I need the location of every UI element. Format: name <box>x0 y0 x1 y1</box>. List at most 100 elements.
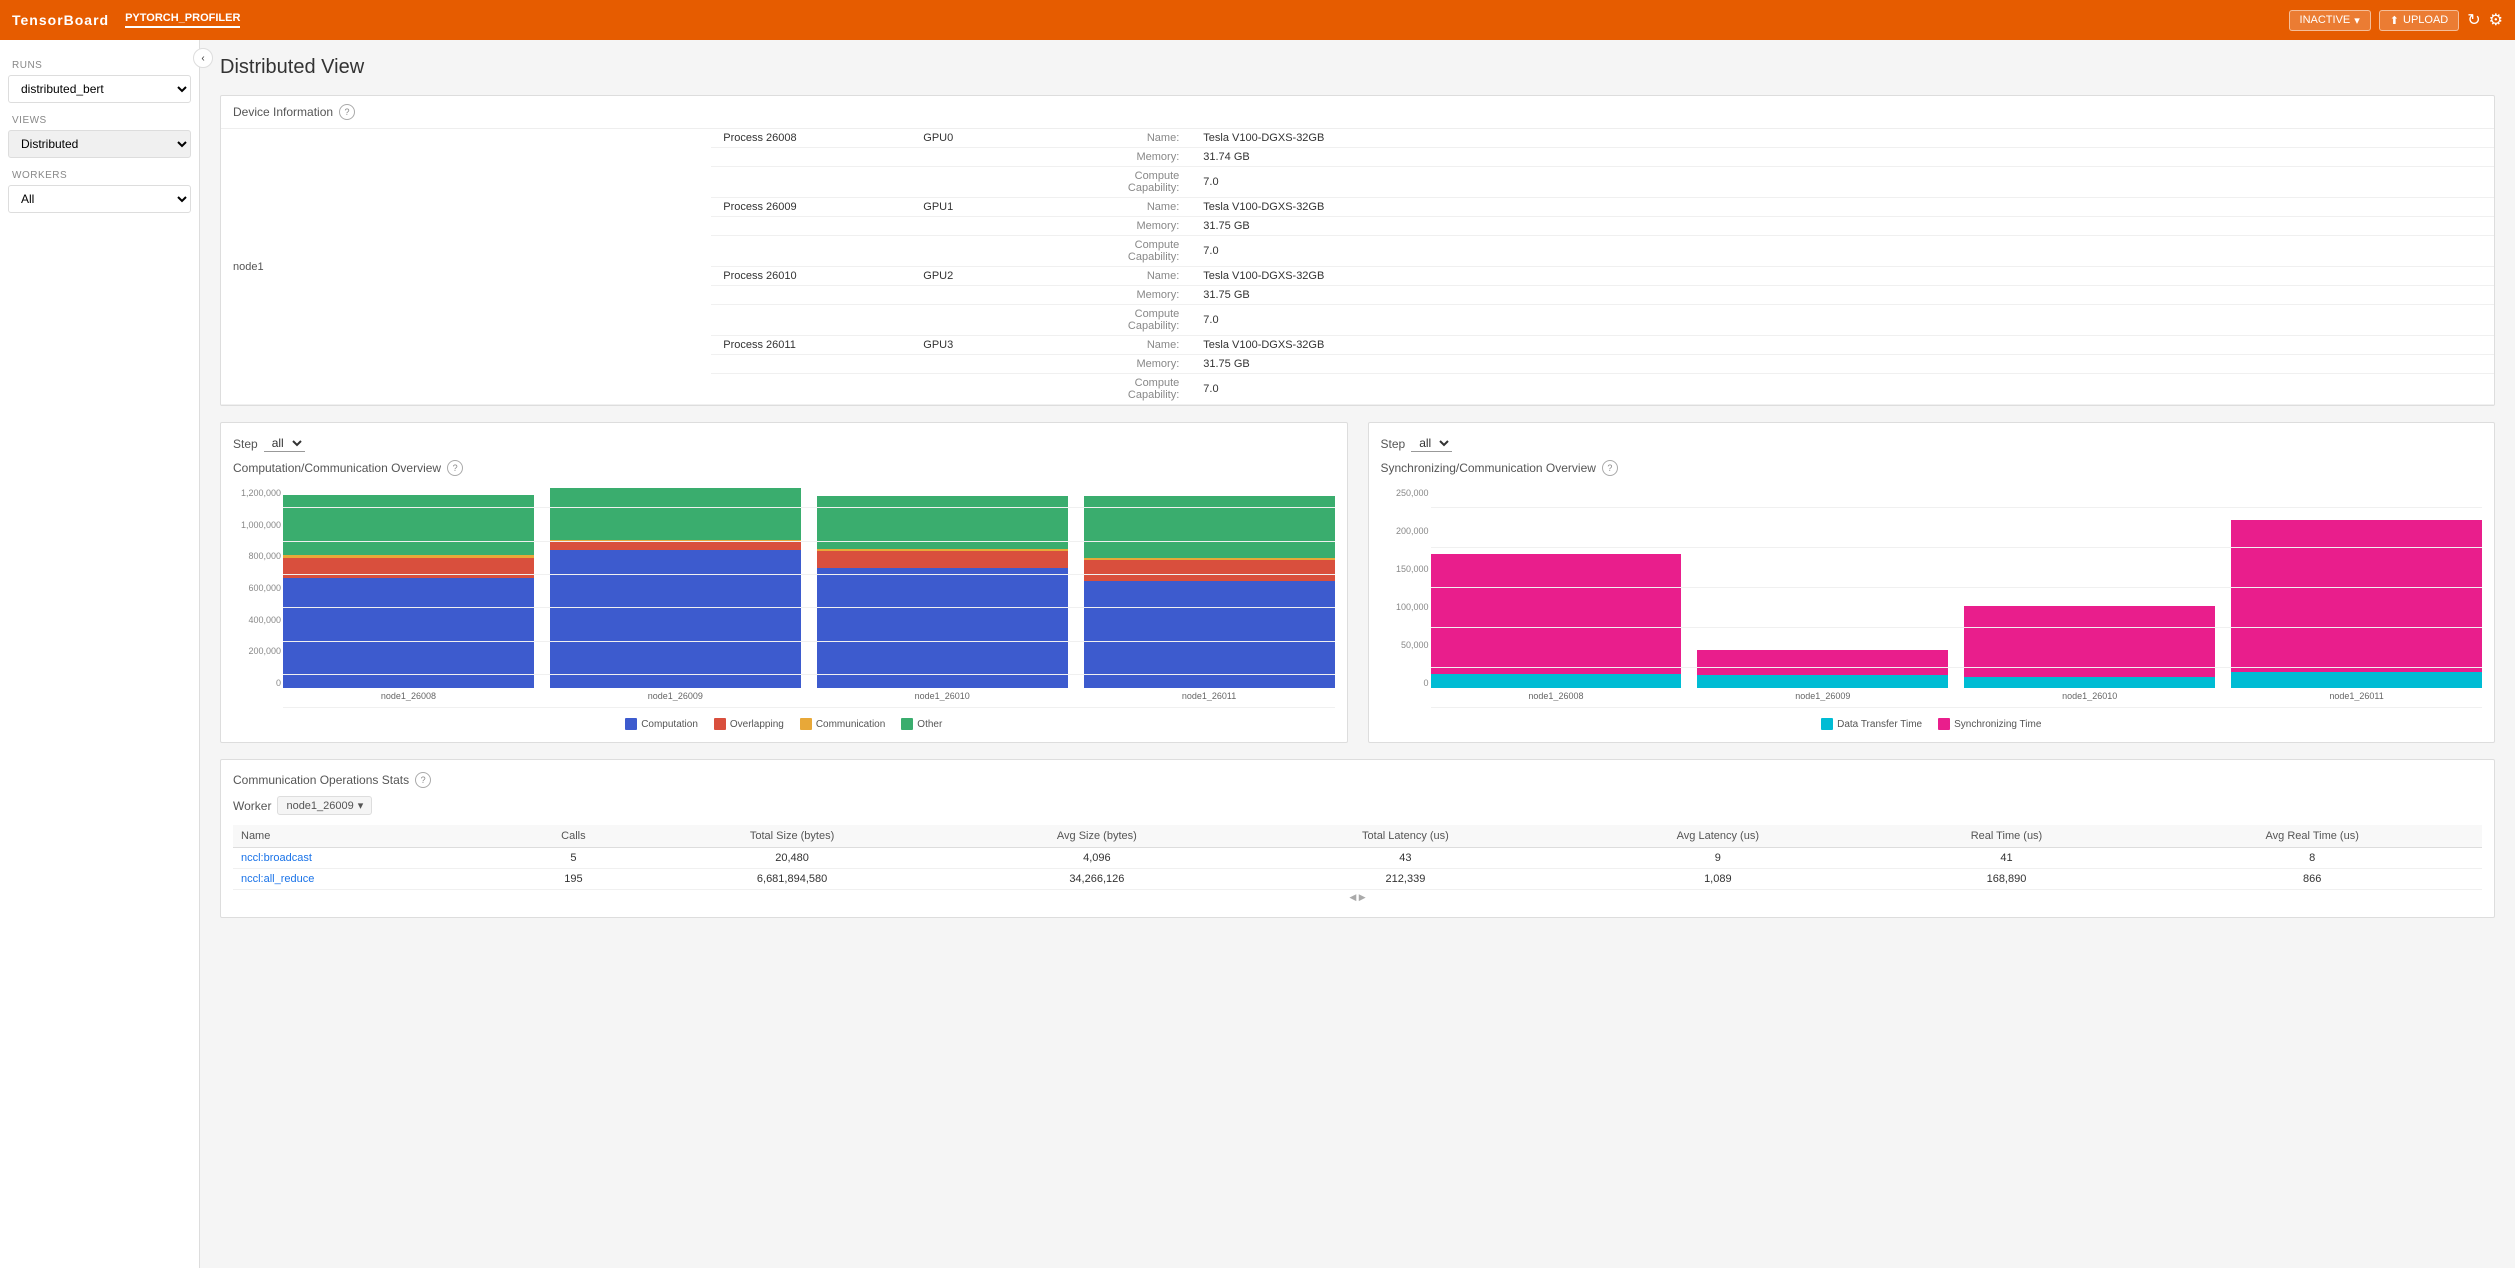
sync-bar-label: node1_26008 <box>1431 691 1682 701</box>
grid-line <box>1431 707 2483 708</box>
table-cell: 212,339 <box>1246 869 1565 890</box>
data-transfer-bar-segment <box>2231 672 2482 688</box>
device-info-help-icon[interactable]: ? <box>339 104 355 120</box>
y-axis-label: 600,000 <box>248 583 281 593</box>
table-cell: 168,890 <box>1871 869 2143 890</box>
overlapping-bar-segment <box>283 558 534 578</box>
y-axis-label: 0 <box>1423 678 1428 688</box>
data-transfer-bar-segment <box>1431 674 1682 688</box>
sync-bar-segment <box>2231 520 2482 672</box>
device-table: node1 Process 26008 GPU0 Name: Tesla V10… <box>221 129 2494 405</box>
overlapping-bar-segment <box>1084 560 1335 582</box>
status-label: INACTIVE <box>2300 14 2351 26</box>
computation-chart-help-icon[interactable]: ? <box>447 460 463 476</box>
legend-color <box>714 718 726 730</box>
sync-step-label: Step <box>1381 437 1406 451</box>
computation-bars <box>233 488 1335 688</box>
legend-item: Communication <box>800 718 885 730</box>
grid-line <box>1431 507 2483 508</box>
sync-bar-segment <box>1431 554 1682 674</box>
table-cell: 866 <box>2142 869 2482 890</box>
sync-bar-group[interactable] <box>2231 520 2482 688</box>
table-cell: 34,266,126 <box>948 869 1246 890</box>
legend-item: Data Transfer Time <box>1821 718 1922 730</box>
main-content: Distributed View Device Information ? no… <box>200 40 2515 1268</box>
device-info-panel: Device Information ? node1 Process 26008… <box>220 95 2495 406</box>
runs-select[interactable]: distributed_bert <box>8 75 191 103</box>
worker-label: Worker <box>233 799 271 813</box>
chevron-down-icon: ▾ <box>2354 14 2360 27</box>
stats-column-header: Real Time (us) <box>1871 825 2143 848</box>
bar-group[interactable] <box>283 495 534 688</box>
upload-label: UPLOAD <box>2403 14 2448 26</box>
computation-bar-segment <box>550 550 801 688</box>
y-axis-label: 1,000,000 <box>241 520 281 530</box>
overlapping-bar-segment <box>550 541 801 549</box>
upload-icon: ⬆ <box>2390 14 2399 27</box>
computation-y-axis: 1,200,0001,000,000800,000600,000400,0002… <box>233 488 281 688</box>
data-transfer-bar-segment <box>1964 677 2215 688</box>
device-info-label: Device Information <box>233 105 333 119</box>
other-bar-segment <box>550 488 801 540</box>
sync-bar-labels: node1_26008node1_26009node1_26010node1_2… <box>1381 688 2483 701</box>
y-axis-label: 800,000 <box>248 551 281 561</box>
table-cell: 6,681,894,580 <box>636 869 948 890</box>
computation-step-select[interactable]: all <box>264 435 305 452</box>
table-row[interactable]: nccl:broadcast520,4804,096439418 <box>233 848 2482 869</box>
sidebar-toggle[interactable]: ‹ <box>193 48 213 68</box>
worker-select-badge[interactable]: node1_26009 ▾ <box>277 796 372 815</box>
y-axis-label: 200,000 <box>248 646 281 656</box>
sync-step-row: Step all <box>1381 435 2483 452</box>
computation-chart-title: Computation/Communication Overview ? <box>233 460 1335 476</box>
legend-color <box>1938 718 1950 730</box>
comm-stats-help-icon[interactable]: ? <box>415 772 431 788</box>
legend-label: Data Transfer Time <box>1837 719 1922 730</box>
upload-button[interactable]: ⬆ UPLOAD <box>2379 10 2459 31</box>
y-axis-label: 250,000 <box>1396 488 1429 498</box>
computation-bar-segment <box>817 568 1068 688</box>
status-button[interactable]: INACTIVE ▾ <box>2289 10 2371 31</box>
data-transfer-bar-segment <box>1697 675 1948 688</box>
device-row: node1 Process 26008 GPU0 Name: Tesla V10… <box>221 129 2494 148</box>
plugin-label: PYTORCH_PROFILER <box>125 12 240 28</box>
views-label: Views <box>12 115 191 126</box>
table-cell: 4,096 <box>948 848 1246 869</box>
sync-bar-group[interactable] <box>1964 606 2215 688</box>
charts-row: Step all Computation/Communication Overv… <box>220 422 2495 743</box>
stats-column-header: Total Size (bytes) <box>636 825 948 848</box>
sync-bars <box>1381 488 2483 688</box>
bar-group[interactable] <box>550 488 801 688</box>
table-cell: 5 <box>511 848 637 869</box>
table-row[interactable]: nccl:all_reduce1956,681,894,58034,266,12… <box>233 869 2482 890</box>
grid-line <box>1431 587 2483 588</box>
bar-group[interactable] <box>817 496 1068 688</box>
stats-column-header: Avg Size (bytes) <box>948 825 1246 848</box>
views-select[interactable]: Distributed <box>8 130 191 158</box>
grid-line <box>283 641 1335 642</box>
grid-line <box>283 607 1335 608</box>
legend-item: Overlapping <box>714 718 784 730</box>
page-title: Distributed View <box>220 56 2495 79</box>
workers-select[interactable]: All <box>8 185 191 213</box>
y-axis-label: 200,000 <box>1396 526 1429 536</box>
grid-line <box>283 674 1335 675</box>
sync-step-select[interactable]: all <box>1411 435 1452 452</box>
stats-table-head: NameCallsTotal Size (bytes)Avg Size (byt… <box>233 825 2482 848</box>
bar-label: node1_26008 <box>283 691 534 701</box>
legend-label: Other <box>917 719 942 730</box>
refresh-icon[interactable]: ↻ <box>2467 10 2480 30</box>
table-cell: 1,089 <box>1565 869 1870 890</box>
legend-item: Other <box>901 718 942 730</box>
sync-chart-help-icon[interactable]: ? <box>1602 460 1618 476</box>
legend-color <box>901 718 913 730</box>
settings-icon[interactable]: ⚙ <box>2489 10 2503 30</box>
sync-bar-group[interactable] <box>1697 650 1948 688</box>
legend-label: Synchronizing Time <box>1954 719 2041 730</box>
bar-group[interactable] <box>1084 496 1335 688</box>
sync-chart-title: Synchronizing/Communication Overview ? <box>1381 460 2483 476</box>
y-axis-label: 400,000 <box>248 615 281 625</box>
legend-label: Computation <box>641 719 698 730</box>
computation-step-row: Step all <box>233 435 1335 452</box>
legend-color <box>800 718 812 730</box>
sync-chart-panel: Step all Synchronizing/Communication Ove… <box>1368 422 2496 743</box>
